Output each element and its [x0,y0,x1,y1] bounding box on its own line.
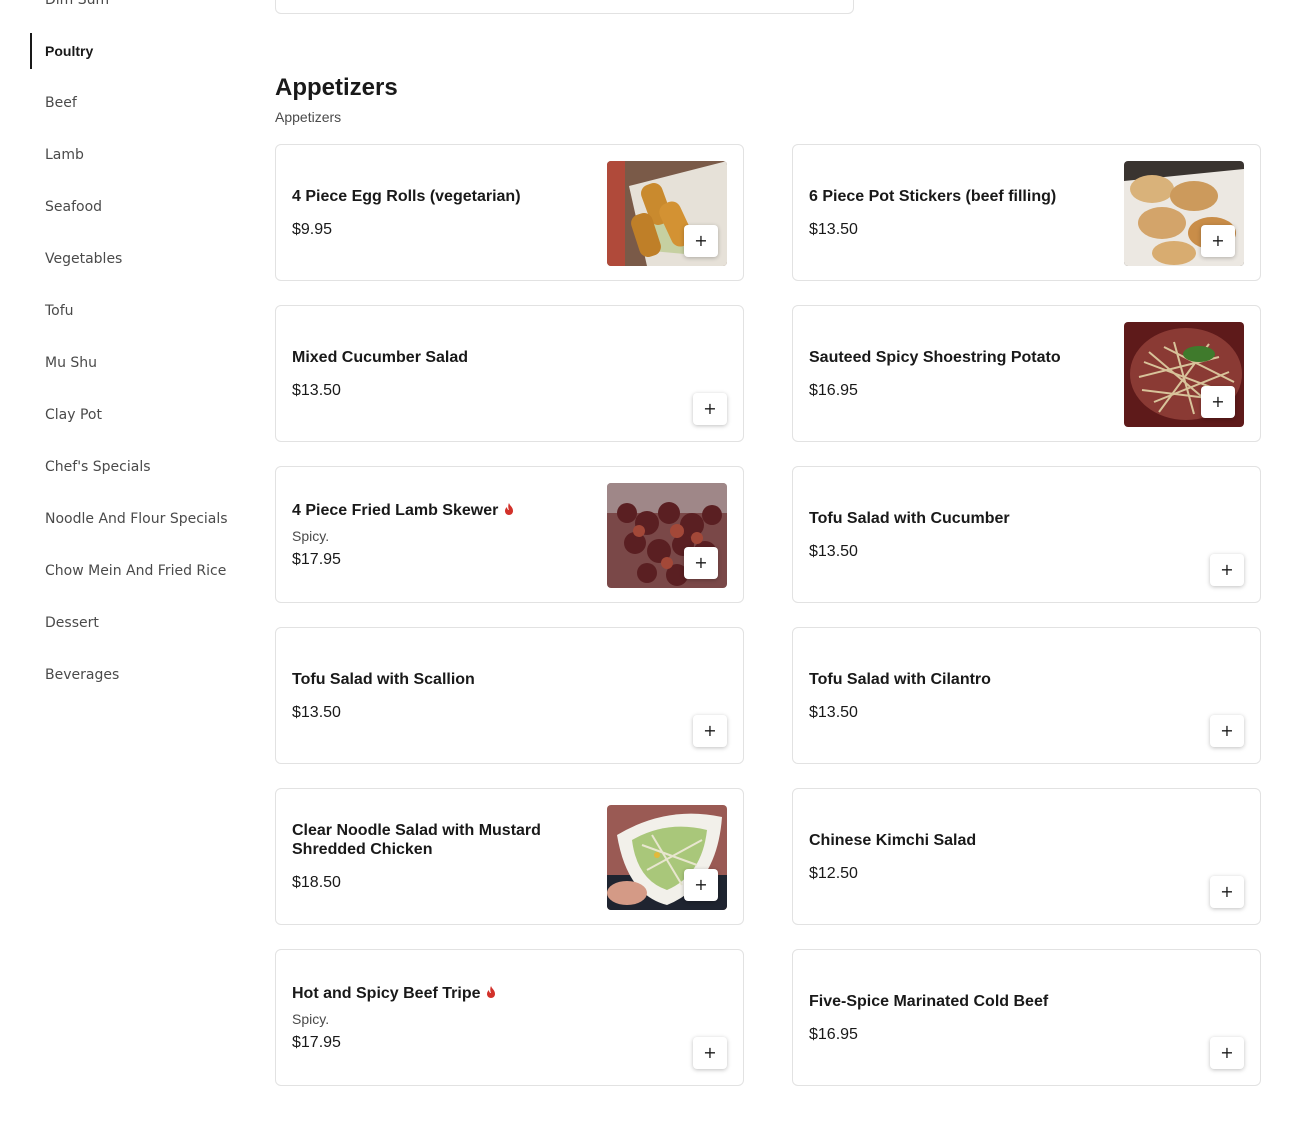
previous-section-card[interactable] [275,0,854,14]
menu-item-name: Tofu Salad with Cilantro [809,670,991,688]
menu-item-name-text: 4 Piece Fried Lamb Skewer [292,501,499,519]
sidebar-item-tofu[interactable]: Tofu [30,293,240,329]
add-item-button[interactable]: + [1210,1037,1244,1069]
plus-icon: + [703,1043,717,1062]
menu-item-info: Clear Noodle Salad with Mustard Shredded… [292,789,572,924]
menu-item-price: $17.95 [292,550,341,568]
plus-icon: + [694,231,708,250]
menu-item-info: Tofu Salad with Cucumber $13.50 [809,467,1099,602]
menu-item-card[interactable]: Five-Spice Marinated Cold Beef $16.95 + [792,949,1261,1086]
menu-item-price: $16.95 [809,1025,858,1043]
add-item-button[interactable]: + [684,547,718,579]
add-item-button[interactable]: + [1210,554,1244,586]
menu-item-card[interactable]: Tofu Salad with Cucumber $13.50 + [792,466,1261,603]
menu-item-name: Clear Noodle Salad with Mustard Shredded… [292,822,541,858]
sidebar-item-dessert[interactable]: Dessert [30,605,240,641]
menu-item-info: Chinese Kimchi Salad $12.50 [809,789,1099,924]
sidebar-item-beverages[interactable]: Beverages [30,657,240,693]
menu-item-name: Tofu Salad with Scallion [292,670,475,688]
menu-item-info: Mixed Cucumber Salad $13.50 [292,306,582,441]
section-subtitle: Appetizers [275,109,342,125]
menu-item-name: 6 Piece Pot Stickers (beef filling) [809,187,1057,205]
category-sidebar: Dim Sum Poultry Beef Lamb Seafood Vegeta… [0,0,250,1134]
menu-item-name-text: Hot and Spicy Beef Tripe [292,984,481,1002]
menu-item-description: Spicy. [292,1010,330,1027]
menu-item-price: $18.50 [292,874,341,891]
menu-item-info: Tofu Salad with Scallion $13.50 [292,628,582,763]
add-item-button[interactable]: + [1201,225,1235,257]
menu-item-card[interactable]: Mixed Cucumber Salad $13.50 + [275,305,744,442]
plus-icon: + [703,721,717,740]
menu-item-card[interactable]: 4 Piece Fried Lamb Skewer Spicy. $17.95 … [275,466,744,603]
menu-item-info: 4 Piece Fried Lamb Skewer Spicy. $17.95 [292,467,582,602]
menu-item-info: Hot and Spicy Beef Tripe Spicy. $17.95 [292,950,582,1085]
section-title: Appetizers [275,74,398,101]
sidebar-item-vegetables[interactable]: Vegetables [30,241,240,277]
menu-item-price: $17.95 [292,1033,341,1051]
plus-icon: + [1220,1043,1234,1062]
add-item-button[interactable]: + [693,1037,727,1069]
menu-item-card[interactable]: Sauteed Spicy Shoestring Potato $16.95 + [792,305,1261,442]
menu-item-name: Hot and Spicy Beef Tripe [292,984,582,1003]
plus-icon: + [1220,560,1234,579]
plus-icon: + [703,399,717,418]
menu-item-name: Five-Spice Marinated Cold Beef [809,992,1049,1010]
menu-item-price: $13.50 [809,703,858,721]
sidebar-item-clay-pot[interactable]: Clay Pot [30,397,240,433]
sidebar-item-mu-shu[interactable]: Mu Shu [30,345,240,381]
plus-icon: + [1211,392,1225,411]
sidebar-item-chow-mein-and-fried-rice[interactable]: Chow Mein And Fried Rice [30,553,240,589]
menu-item-card[interactable]: 6 Piece Pot Stickers (beef filling) $13.… [792,144,1261,281]
plus-icon: + [1220,882,1234,901]
menu-item-price: $13.50 [809,220,858,238]
sidebar-item-noodle-and-flour-specials[interactable]: Noodle And Flour Specials [30,501,240,537]
add-item-button[interactable]: + [684,869,718,901]
spicy-flame-icon [487,985,496,998]
menu-item-info: 4 Piece Egg Rolls (vegetarian) $9.95 [292,145,582,280]
sidebar-item-seafood[interactable]: Seafood [30,189,240,225]
menu-item-description: Spicy. [292,527,330,544]
menu-item-info: Sauteed Spicy Shoestring Potato $16.95 [809,306,1099,441]
add-item-button[interactable]: + [1210,715,1244,747]
add-item-button[interactable]: + [1210,876,1244,908]
sidebar-item-beef[interactable]: Beef [30,85,240,121]
add-item-button[interactable]: + [684,225,718,257]
menu-item-name: Tofu Salad with Cucumber [809,509,1010,527]
menu-item-card[interactable]: Chinese Kimchi Salad $12.50 + [792,788,1261,925]
plus-icon: + [694,875,708,894]
menu-item-card[interactable]: Tofu Salad with Cilantro $13.50 + [792,627,1261,764]
menu-item-price: $9.95 [292,220,333,238]
plus-icon: + [1220,721,1234,740]
menu-item-name: Chinese Kimchi Salad [809,831,977,849]
menu-item-price: $12.50 [809,864,858,882]
menu-item-card[interactable]: Tofu Salad with Scallion $13.50 + [275,627,744,764]
sidebar-item-chefs-specials[interactable]: Chef's Specials [30,449,240,485]
menu-item-price: $16.95 [809,381,858,399]
plus-icon: + [694,553,708,572]
menu-item-price: $13.50 [809,542,858,560]
menu-item-card[interactable]: 4 Piece Egg Rolls (vegetarian) $9.95 + [275,144,744,281]
menu-item-info: Five-Spice Marinated Cold Beef $16.95 [809,950,1099,1085]
menu-item-card[interactable]: Hot and Spicy Beef Tripe Spicy. $17.95 + [275,949,744,1086]
menu-item-card[interactable]: Clear Noodle Salad with Mustard Shredded… [275,788,744,925]
menu-item-name: Sauteed Spicy Shoestring Potato [809,348,1061,366]
menu-item-info: 6 Piece Pot Stickers (beef filling) $13.… [809,145,1099,280]
plus-icon: + [1211,231,1225,250]
menu-item-price: $13.50 [292,703,341,721]
spicy-flame-icon [505,502,514,515]
sidebar-item-lamb[interactable]: Lamb [30,137,240,173]
menu-item-name: Mixed Cucumber Salad [292,348,469,366]
menu-item-name: 4 Piece Fried Lamb Skewer [292,501,582,520]
sidebar-item-dim-sum[interactable]: Dim Sum [30,0,240,18]
menu-item-price: $13.50 [292,381,341,399]
add-item-button[interactable]: + [693,715,727,747]
add-item-button[interactable]: + [693,393,727,425]
add-item-button[interactable]: + [1201,386,1235,418]
menu-item-info: Tofu Salad with Cilantro $13.50 [809,628,1099,763]
sidebar-item-poultry[interactable]: Poultry [30,33,240,69]
menu-item-name: 4 Piece Egg Rolls (vegetarian) [292,187,521,205]
